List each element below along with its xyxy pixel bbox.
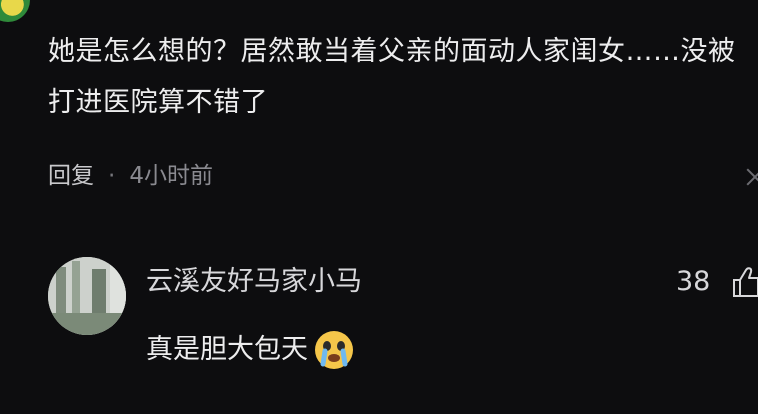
comment-meta: 回复 · 4小时前 — [48, 158, 213, 194]
thumbs-up-icon[interactable] — [730, 262, 758, 302]
commenter-avatar[interactable] — [0, 0, 30, 22]
comment-text: 她是怎么想的？居然敢当着父亲的面动人家闺女……没被打进医院算不错了 — [48, 36, 736, 118]
reply-user-avatar[interactable] — [48, 257, 126, 335]
like-count: 38 — [676, 266, 711, 297]
close-icon[interactable] — [740, 162, 758, 192]
reply-text-row: 真是胆大包天 — [146, 328, 356, 372]
meta-separator: · — [108, 163, 116, 189]
reply-button[interactable]: 回复 — [48, 158, 94, 194]
crying-face-emoji-icon — [312, 328, 356, 372]
reply-text: 真是胆大包天 — [146, 334, 308, 365]
reply-username[interactable]: 云溪友好马家小马 — [146, 262, 362, 302]
comment-timestamp: 4小时前 — [129, 163, 213, 189]
